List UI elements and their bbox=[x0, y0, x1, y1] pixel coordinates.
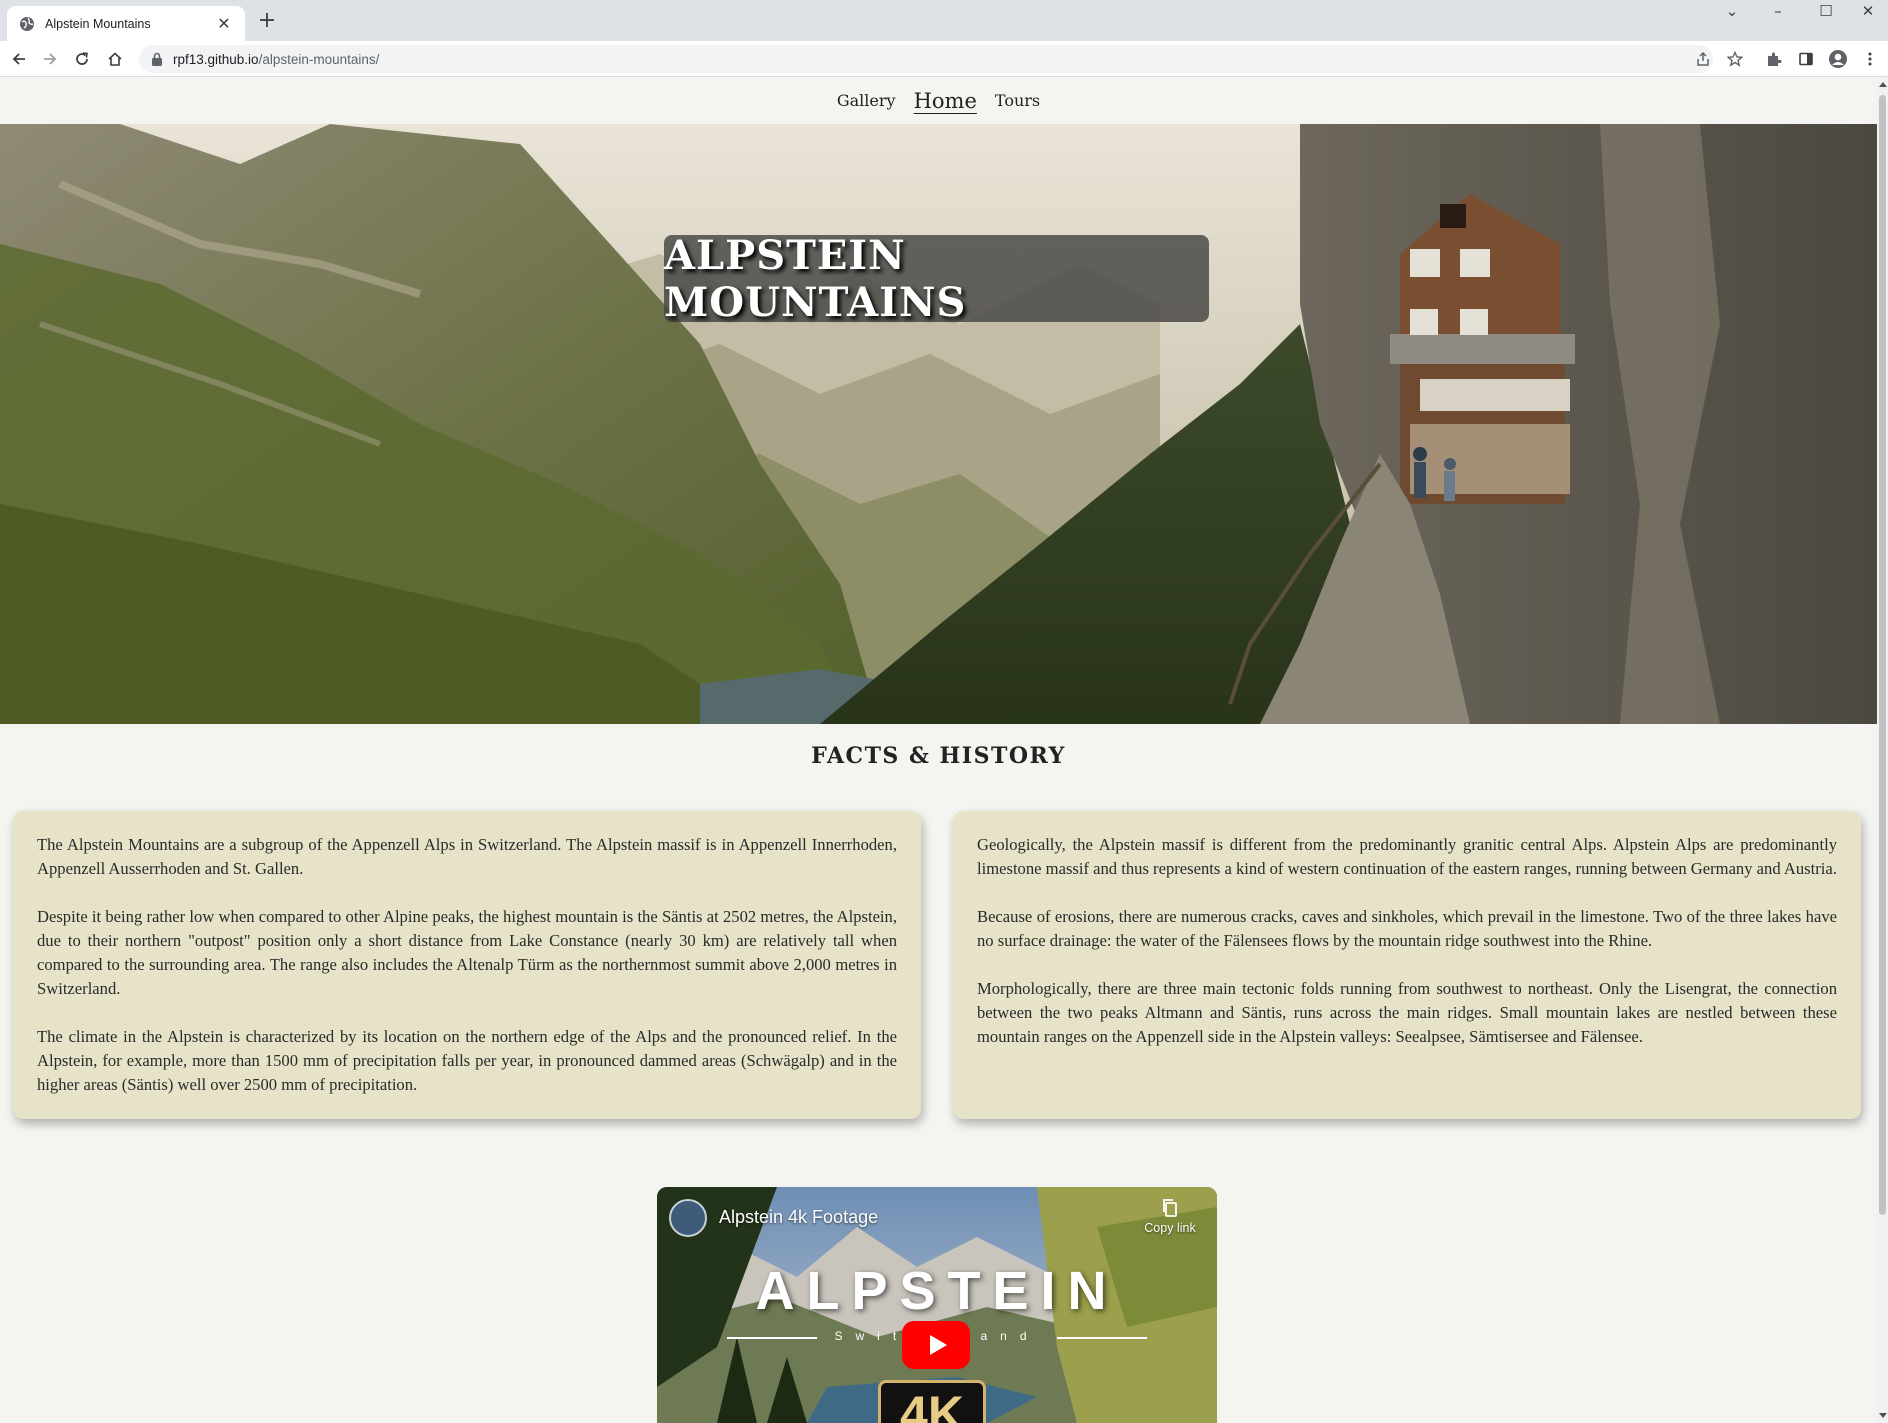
video-play-button[interactable] bbox=[902, 1321, 970, 1369]
copy-link-button[interactable]: Copy link bbox=[1135, 1199, 1205, 1235]
forward-arrow-icon[interactable] bbox=[37, 46, 63, 72]
facts-paragraph: The Alpstein Mountains are a subgroup of… bbox=[37, 835, 897, 878]
facts-card-right: Geologically, the Alpstein massif is dif… bbox=[953, 811, 1861, 1119]
page-viewport: Gallery Home Tours ALPSTEIN MOUNTAINS FA… bbox=[0, 77, 1877, 1423]
facts-card-left: The Alpstein Mountains are a subgroup of… bbox=[13, 811, 921, 1119]
nav-link-gallery[interactable]: Gallery bbox=[837, 91, 896, 110]
address-bar[interactable]: rpf13.github.io/alpstein-mountains/ bbox=[139, 45, 1713, 73]
scroll-up-arrow-icon[interactable] bbox=[1879, 82, 1887, 87]
globe-icon bbox=[20, 16, 34, 31]
facts-paragraph: Despite it being rather low when compare… bbox=[37, 907, 897, 998]
page-scrollbar[interactable] bbox=[1877, 77, 1888, 1423]
bookmark-star-icon[interactable] bbox=[1722, 46, 1748, 72]
section-heading-facts: FACTS & HISTORY bbox=[811, 743, 1066, 769]
reload-icon[interactable] bbox=[69, 46, 95, 72]
scroll-down-arrow-icon[interactable] bbox=[1879, 1413, 1887, 1418]
minimize-icon[interactable]: – bbox=[1758, 0, 1798, 24]
browser-toolbar: rpf13.github.io/alpstein-mountains/ bbox=[0, 41, 1888, 77]
browser-tabstrip: Alpstein Mountains ✕ + ⌄ – ☐ ✕ bbox=[0, 0, 1888, 41]
browser-menu-icon[interactable] bbox=[1857, 46, 1883, 72]
extensions-icon[interactable] bbox=[1761, 46, 1787, 72]
video-title[interactable]: Alpstein 4k Footage bbox=[719, 1207, 878, 1228]
home-icon[interactable] bbox=[102, 46, 128, 72]
tab-title: Alpstein Mountains bbox=[45, 16, 151, 31]
close-window-icon[interactable]: ✕ bbox=[1848, 0, 1888, 24]
scrollbar-thumb[interactable] bbox=[1879, 95, 1886, 1215]
maximize-icon[interactable]: ☐ bbox=[1806, 0, 1846, 24]
nav-link-home[interactable]: Home bbox=[914, 89, 977, 113]
tab-search-icon[interactable]: ⌄ bbox=[1712, 0, 1752, 24]
video-4k-badge: 4K bbox=[878, 1380, 986, 1423]
url-path: /alpstein-mountains/ bbox=[258, 51, 380, 67]
facts-paragraph: Because of erosions, there are numerous … bbox=[977, 907, 1837, 950]
back-arrow-icon[interactable] bbox=[6, 46, 32, 72]
facts-paragraph: The climate in the Alpstein is character… bbox=[37, 1027, 897, 1094]
browser-tab[interactable]: Alpstein Mountains ✕ bbox=[7, 6, 245, 41]
share-icon[interactable] bbox=[1690, 46, 1716, 72]
hero-banner: ALPSTEIN MOUNTAINS bbox=[0, 124, 1877, 724]
nav-link-tours[interactable]: Tours bbox=[995, 91, 1040, 110]
youtube-video-embed[interactable]: Alpstein 4k Footage Copy link ALPSTEIN S… bbox=[657, 1187, 1217, 1423]
lock-icon bbox=[152, 52, 162, 66]
hero-title-box: ALPSTEIN MOUNTAINS bbox=[664, 232, 1209, 326]
hero-mountain-image bbox=[0, 124, 1877, 724]
video-overlay-title: ALPSTEIN bbox=[755, 1261, 1119, 1321]
copy-link-label: Copy link bbox=[1144, 1221, 1196, 1235]
facts-paragraph: Morphologically, there are three main te… bbox=[977, 979, 1837, 1046]
side-panel-icon[interactable] bbox=[1793, 46, 1819, 72]
profile-avatar-icon[interactable] bbox=[1825, 46, 1851, 72]
site-nav: Gallery Home Tours bbox=[0, 77, 1877, 124]
facts-paragraph: Geologically, the Alpstein massif is dif… bbox=[977, 835, 1837, 878]
copy-icon bbox=[1163, 1199, 1177, 1217]
url-host: rpf13.github.io bbox=[173, 51, 259, 67]
tab-close-icon[interactable]: ✕ bbox=[215, 14, 233, 33]
hero-title: ALPSTEIN MOUNTAINS bbox=[664, 231, 967, 326]
new-tab-button[interactable]: + bbox=[255, 10, 279, 34]
channel-avatar[interactable] bbox=[669, 1199, 707, 1237]
play-icon bbox=[929, 1335, 947, 1355]
